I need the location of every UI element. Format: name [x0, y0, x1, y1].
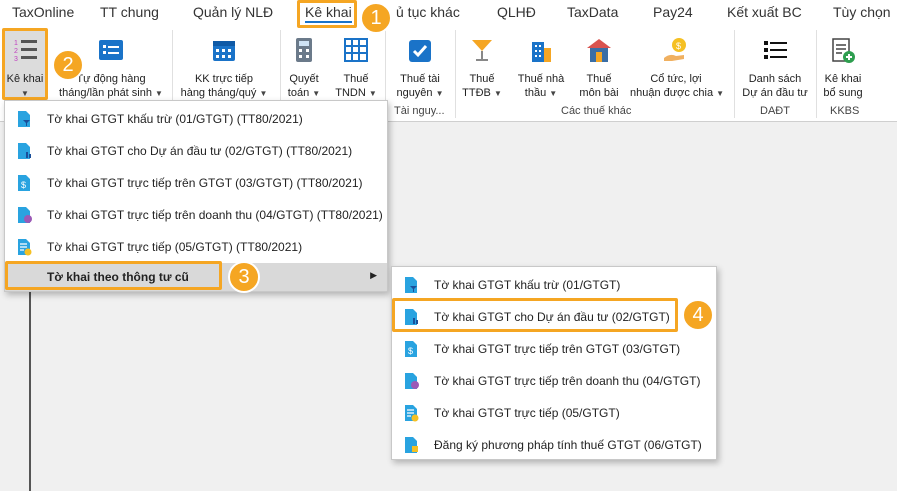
document-dollar-icon: $ [405, 341, 417, 357]
quyet-toan-button[interactable]: Quyết toán ▼ [283, 30, 325, 102]
submenu-item-05-gtgt[interactable]: Tờ khai GTGT trực tiếp (05/GTGT) [392, 397, 716, 429]
kk-truc-tiep-button[interactable]: KK trực tiếp hàng tháng/quý ▼ [176, 30, 272, 102]
document-filter-icon [405, 277, 417, 293]
svg-text:$: $ [21, 180, 26, 190]
ke-khai-tab-highlight [297, 0, 357, 28]
group-kkbs: KKBS [830, 105, 860, 117]
document-add-icon [832, 38, 855, 63]
document-chart-icon [18, 143, 31, 159]
thue-tai-nguyen-line2: nguyên [396, 87, 433, 99]
tab-tuy-chon[interactable]: Tùy chọn [833, 4, 891, 20]
danh-sach-line1: Danh sách [748, 73, 802, 85]
co-tuc-line2: nhuận được chia [630, 87, 714, 99]
quyet-toan-line1: Quyết [289, 73, 319, 85]
ke-khai-button-highlight [2, 28, 48, 100]
thue-ttdb-line1: Thuế [469, 73, 495, 85]
thong-tu-cu-submenu: Tờ khai GTGT khấu trừ (01/GTGT) Tờ khai … [391, 266, 717, 460]
thue-nha-thau-line1: Thuế nhà [517, 73, 565, 85]
submenu-item-06-gtgt[interactable]: Đăng ký phương pháp tính thuế GTGT (06/G… [392, 429, 716, 461]
tab-ket-xuat-bc[interactable]: Kết xuất BC [727, 4, 802, 20]
group-daot: DAĐT [760, 105, 790, 117]
thue-mon-bai-line2: môn bài [579, 87, 619, 99]
shop-icon [587, 39, 611, 62]
submenu-item-01-gtgt[interactable]: Tờ khai GTGT khấu trừ (01/GTGT) [392, 269, 716, 301]
thue-ttdb-line2: TTĐB [462, 87, 491, 99]
checklist-icon [99, 40, 123, 60]
svg-text:$: $ [408, 346, 413, 356]
check-box-icon [409, 40, 431, 62]
ke-khai-bo-sung-line1: Kê khai [824, 73, 862, 85]
submenu-item-04-gtgt[interactable]: Tờ khai GTGT trực tiếp trên doanh thu (0… [392, 365, 716, 397]
kk-truc-tiep-line1: KK trực tiếp [194, 73, 254, 85]
thue-ttdb-button[interactable]: Thuế TTĐB ▼ [460, 30, 504, 102]
submenu-arrow-icon: ▶ [370, 270, 377, 280]
thue-mon-bai-line1: Thuế [586, 73, 612, 85]
thue-tndn-button[interactable]: Thuế TNDN ▼ [333, 30, 379, 102]
tab-tt-chung[interactable]: TT chung [100, 4, 159, 20]
menu-item-01-gtgt-tt80[interactable]: Tờ khai GTGT khấu trừ (01/GTGT) (TT80/20… [5, 103, 387, 135]
tab-taxonline[interactable]: TaxOnline [12, 4, 74, 20]
danh-sach-du-an-button[interactable]: Danh sách Dự án đầu tư [738, 30, 812, 102]
calendar-icon [213, 41, 235, 61]
co-tuc-line1: Cổ tức, lợi [650, 73, 702, 85]
menubar: TaxOnline TT chung Quản lý NLĐ Kê khai ủ… [0, 0, 897, 28]
document-coin-icon [18, 239, 32, 256]
group-tai-nguyen: Tài nguy... [394, 105, 445, 117]
cocktail-glass-icon [472, 40, 492, 61]
tab-thu-tuc-khac[interactable]: ủ tục khác [396, 4, 460, 20]
step-badge-4: 4 [682, 299, 714, 331]
submenu-02-gtgt-highlight [392, 298, 678, 332]
menu-item-03-gtgt-tt80[interactable]: $ Tờ khai GTGT trực tiếp trên GTGT (03/G… [5, 167, 387, 199]
tab-quan-ly-nld[interactable]: Quản lý NLĐ [193, 4, 273, 20]
document-filter-icon [18, 111, 30, 127]
tab-taxdata[interactable]: TaxData [567, 4, 618, 20]
coin-hand-icon: $ [664, 38, 686, 61]
ke-khai-bo-sung-button[interactable]: Kê khai bổ sung [819, 30, 867, 102]
thue-tndn-line2: TNDN [335, 87, 366, 99]
thue-tai-nguyen-line1: Thuế tài [400, 73, 440, 85]
grid-table-icon [344, 38, 368, 62]
quyet-toan-line2: toán [287, 87, 310, 99]
step-badge-2: 2 [52, 49, 84, 81]
thong-tu-cu-highlight [5, 261, 222, 290]
co-tuc-loi-nhuan-button[interactable]: $ Cổ tức, lợi nhuận được chia ▼ [630, 30, 724, 102]
building-icon [532, 42, 551, 62]
danh-sach-line2: Dự án đầu tư [742, 87, 808, 99]
svg-text:$: $ [676, 41, 681, 51]
document-register-icon [405, 437, 418, 453]
document-pie-icon [405, 373, 419, 389]
tab-qlhd[interactable]: QLHĐ [497, 4, 536, 20]
kk-truc-tiep-line2: hàng tháng/quý [180, 87, 257, 99]
step-badge-3: 3 [228, 261, 260, 293]
ke-khai-bo-sung-line2: bổ sung [823, 87, 863, 99]
thue-nha-thau-button[interactable]: Thuế nhà thầu ▼ [512, 30, 570, 102]
group-cac-thue-khac: Các thuế khác [561, 105, 632, 117]
tab-pay24[interactable]: Pay24 [653, 4, 693, 20]
tu-dong-line2: tháng/lần phát sinh [59, 87, 152, 99]
menu-item-04-gtgt-tt80[interactable]: Tờ khai GTGT trực tiếp trên doanh thu (0… [5, 199, 387, 231]
menu-item-02-gtgt-tt80[interactable]: Tờ khai GTGT cho Dự án đầu tư (02/GTGT) … [5, 135, 387, 167]
step-badge-1: 1 [360, 2, 392, 34]
thue-nha-thau-line2: thầu [524, 87, 547, 99]
document-pie-icon [18, 207, 32, 223]
document-coin-icon [405, 405, 419, 422]
menu-item-05-gtgt-tt80[interactable]: Tờ khai GTGT trực tiếp (05/GTGT) (TT80/2… [5, 231, 387, 263]
submenu-item-03-gtgt[interactable]: $ Tờ khai GTGT trực tiếp trên GTGT (03/G… [392, 333, 716, 365]
calculator-icon [296, 38, 312, 62]
thue-tndn-line1: Thuế [343, 73, 369, 85]
document-dollar-icon: $ [18, 175, 30, 191]
thue-tai-nguyen-button[interactable]: Thuế tài nguyên ▼ [390, 30, 450, 102]
thue-mon-bai-button[interactable]: Thuế môn bài [574, 30, 624, 102]
list-icon [764, 41, 787, 59]
tu-dong-line1: Tự động hàng [76, 73, 146, 85]
